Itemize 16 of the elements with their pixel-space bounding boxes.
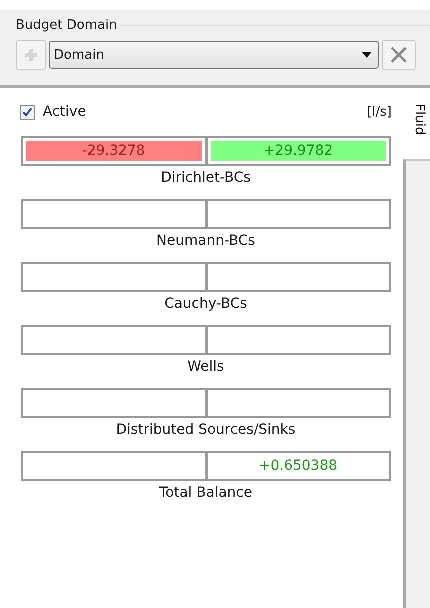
close-button[interactable] xyxy=(382,40,416,70)
budget-label: Dirichlet-BCs xyxy=(161,170,251,186)
budget-label: Distributed Sources/Sinks xyxy=(116,422,296,438)
unit-label: [l/s] xyxy=(367,104,392,120)
caret-icon xyxy=(362,52,372,58)
budget-label: Neumann-BCs xyxy=(156,233,256,249)
domain-dropdown[interactable]: Domain xyxy=(49,41,379,69)
budget-label: Total Balance xyxy=(160,485,252,501)
group-title: Budget Domain xyxy=(16,18,118,33)
budget-label: Cauchy-BCs xyxy=(164,296,248,312)
budget-label: Wells xyxy=(188,359,224,375)
plus-icon xyxy=(24,48,38,62)
close-icon xyxy=(390,46,408,64)
active-checkbox[interactable]: Active xyxy=(20,104,86,120)
checkmark-icon xyxy=(22,106,33,118)
fluid-tab[interactable]: Fluid xyxy=(409,102,427,138)
